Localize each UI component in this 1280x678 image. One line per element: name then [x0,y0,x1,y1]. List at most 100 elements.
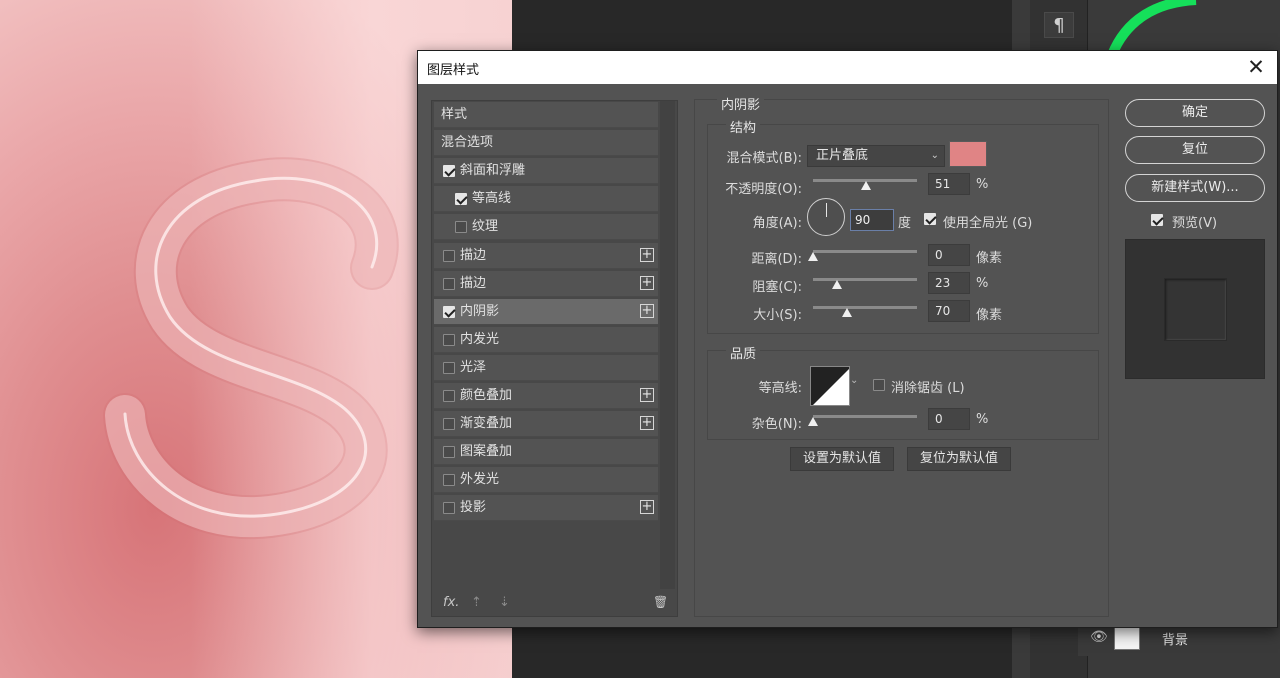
add-style-plus-icon[interactable]: + [640,303,654,318]
style-list-item[interactable]: 光泽 [434,354,658,381]
style-list-item[interactable]: 内发光 [434,326,658,353]
size-slider-thumb[interactable] [842,308,853,317]
structure-group: 结构 混合模式(B): 正片叠底 ⌄ 不透明度(O): 51 % 角度(A): … [707,117,1099,334]
choke-slider-track [813,278,917,281]
choke-label: 阻塞(C): [752,280,802,295]
preview-label: 预览(V) [1172,216,1218,231]
opacity-input[interactable]: 51 [928,173,970,195]
style-checkbox[interactable] [443,361,455,374]
distance-slider-thumb[interactable] [808,252,818,261]
style-list-item[interactable]: 外发光 [434,467,658,494]
style-checkbox[interactable] [443,474,455,487]
noise-input[interactable]: 0 [928,408,970,430]
noise-slider-track [813,415,917,418]
style-list-item-label: 渐变叠加 [460,416,513,432]
choke-slider[interactable] [813,277,917,289]
close-icon[interactable]: ✕ [1243,54,1269,80]
layer-style-dialog: 图层样式 ✕ 样式 混合选项 斜面和浮雕 等高线 纹理 描边 + 描边 + 内阴影 + 内发光 光泽 颜色… [417,50,1278,628]
noise-unit: % [976,412,989,427]
style-checkbox[interactable] [443,249,455,262]
visibility-eye-icon[interactable]: 👁 [1090,629,1108,645]
angle-dial[interactable] [807,198,845,236]
style-list-item[interactable]: 描边 + [434,242,658,269]
style-list-item-label: 颜色叠加 [460,388,513,403]
ok-button[interactable]: 确定 [1125,99,1265,127]
style-checkbox[interactable] [443,165,455,178]
add-style-plus-icon[interactable]: + [640,275,654,290]
structure-title: 结构 [726,117,761,136]
style-list-item[interactable]: 投影 + [434,495,658,522]
style-preview [1125,239,1265,379]
new-style-button[interactable]: 新建样式(W)... [1125,174,1265,202]
distance-input[interactable]: 0 [928,244,970,266]
size-label: 大小(S): [753,308,802,323]
style-list-item[interactable]: 等高线 [434,186,658,213]
opacity-unit: % [976,177,989,192]
choke-slider-thumb[interactable] [831,280,842,289]
style-list-item-label: 描边 [460,275,487,291]
style-list-scrollbar[interactable] [660,101,675,589]
angle-input[interactable]: 90 [850,209,894,231]
style-list-item[interactable]: 混合选项 [434,130,658,157]
style-list-item[interactable]: 颜色叠加 + [434,383,658,409]
contour-dropdown-chevron-icon[interactable]: ⌄ [850,375,858,386]
blend-mode-select[interactable]: 正片叠底 ⌄ [807,145,945,167]
chevron-down-icon: ⌄ [930,150,939,161]
set-default-button[interactable]: 设置为默认值 [790,447,894,471]
style-list-item-label: 斜面和浮雕 [460,163,526,179]
style-list-item[interactable]: 内阴影 + [434,298,658,325]
move-up-icon[interactable]: ⇡ [471,595,482,610]
add-style-plus-icon[interactable]: + [640,416,654,431]
move-down-icon[interactable]: ⇣ [499,595,510,610]
quality-group: 品质 等高线: ⌄ 消除锯齿 (L) 杂色(N): 0 % [707,343,1099,440]
style-checkbox[interactable] [443,333,455,346]
inner-shadow-settings: 内阴影 结构 混合模式(B): 正片叠底 ⌄ 不透明度(O): 51 % 角度(… [694,94,1109,617]
add-style-plus-icon[interactable]: + [640,247,654,262]
style-list-item[interactable]: 斜面和浮雕 [434,158,658,185]
blend-mode-label: 混合模式(B): [726,151,802,166]
style-list-item-label: 纹理 [472,219,499,235]
opacity-slider[interactable] [813,178,917,190]
dialog-titlebar[interactable]: 图层样式 ✕ [418,51,1277,84]
choke-input[interactable]: 23 [928,272,970,294]
noise-slider-thumb[interactable] [808,417,818,426]
style-checkbox[interactable] [443,277,455,290]
opacity-label: 不透明度(O): [725,182,802,197]
paragraph-panel-icon[interactable]: ¶ [1044,12,1074,38]
style-list-item-label: 等高线 [472,191,512,207]
opacity-slider-thumb[interactable] [861,181,872,190]
distance-slider[interactable] [808,249,917,261]
style-checkbox[interactable] [443,418,455,431]
add-style-plus-icon[interactable]: + [640,500,654,515]
style-preview-swatch [1164,278,1227,341]
style-list-item[interactable]: 纹理 [434,214,658,241]
dialog-title: 图层样式 [427,63,480,78]
style-checkbox[interactable] [443,446,455,459]
antialias-checkbox[interactable] [873,379,885,391]
preview-checkbox[interactable] [1151,214,1163,226]
style-checkbox[interactable] [443,390,455,402]
shadow-color-swatch[interactable] [949,141,987,167]
style-list-item[interactable]: 渐变叠加 + [434,411,658,438]
size-input[interactable]: 70 [928,300,970,322]
style-list-item[interactable]: 图案叠加 [434,439,658,466]
style-list-item-label: 样式 [441,107,468,122]
size-slider[interactable] [813,305,917,317]
trash-icon[interactable]: 🗑 [653,595,668,609]
style-list-item[interactable]: 描边 + [434,270,658,297]
add-style-plus-icon[interactable]: + [640,388,654,402]
noise-slider[interactable] [808,414,917,426]
fx-icon[interactable]: fx. [443,595,459,610]
style-list-item-label: 混合选项 [441,135,494,151]
style-checkbox[interactable] [455,193,467,206]
style-checkbox[interactable] [455,221,467,234]
reset-button[interactable]: 复位 [1125,136,1265,164]
style-checkbox[interactable] [443,305,455,318]
style-list-item[interactable]: 样式 [434,102,658,128]
contour-preview[interactable] [810,366,850,406]
global-light-checkbox[interactable] [924,213,936,225]
reset-default-button[interactable]: 复位为默认值 [907,447,1011,471]
style-checkbox[interactable] [443,502,455,515]
angle-unit: 度 [898,216,912,231]
noise-label: 杂色(N): [751,417,802,432]
